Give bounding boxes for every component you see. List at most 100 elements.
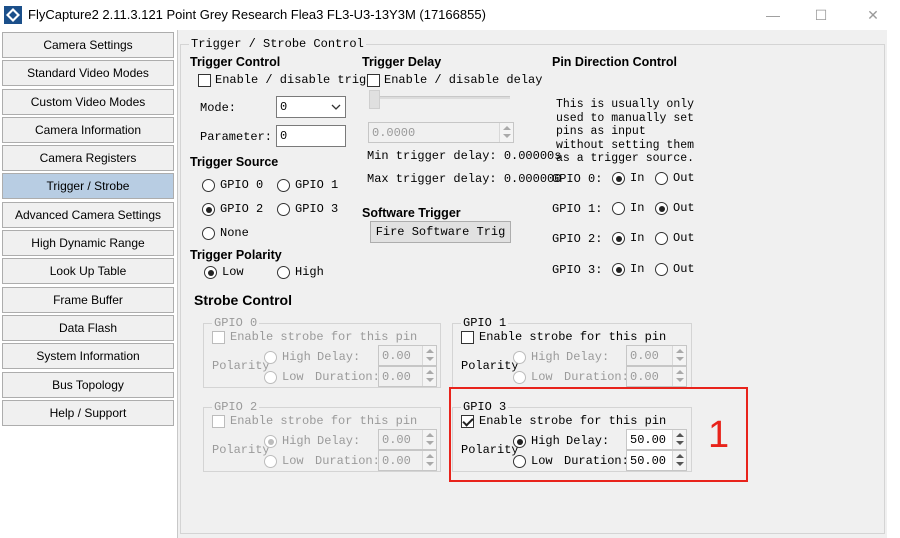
minimize-button[interactable]: — — [750, 0, 796, 30]
strobe-gpio2-polarity-label: Polarity — [212, 443, 270, 457]
polarity-low-radio[interactable] — [204, 266, 217, 279]
pin-gpio1-out-radio[interactable] — [655, 202, 668, 215]
strobe-gpio0-low-radio[interactable] — [264, 371, 277, 384]
pin-direction-heading: Pin Direction Control — [552, 55, 677, 69]
delay-enable-label: Enable / disable delay — [384, 73, 543, 87]
pin-direction-description: This is usually only used to manually se… — [556, 98, 694, 166]
strobe-gpio0-high-label: High — [282, 350, 311, 364]
parameter-label: Parameter: — [200, 130, 273, 144]
nav-camera-settings[interactable]: Camera Settings — [2, 32, 174, 58]
strobe-gpio2-duration-spinner[interactable]: 0.00 — [378, 450, 437, 471]
nav-data-flash[interactable]: Data Flash — [2, 314, 174, 341]
source-gpio0-label: GPIO 0 — [220, 178, 264, 192]
delay-value-spinner[interactable]: 0.0000 — [368, 122, 514, 143]
trigger-source-heading: Trigger Source — [190, 155, 279, 169]
spin-arrows-icon[interactable] — [422, 430, 436, 449]
pin-gpio1-in-label: In — [630, 201, 645, 215]
title-bar: FlyCapture2 2.11.3.121 Point Grey Resear… — [0, 0, 900, 30]
strobe-gpio2-low-radio[interactable] — [264, 455, 277, 468]
spin-arrows-icon[interactable] — [422, 346, 436, 365]
pin-gpio3-in-radio[interactable] — [612, 263, 625, 276]
spin-arrows-icon[interactable] — [672, 346, 686, 365]
nav-high-dynamic-range[interactable]: High Dynamic Range — [2, 230, 174, 257]
delay-slider-thumb[interactable] — [369, 90, 380, 109]
pin-gpio2-in-radio[interactable] — [612, 232, 625, 245]
source-gpio1-radio[interactable] — [277, 179, 290, 192]
pin-gpio2-out-radio[interactable] — [655, 232, 668, 245]
strobe-gpio1-title: GPIO 1 — [461, 316, 509, 330]
pin-gpio3-out-radio[interactable] — [655, 263, 668, 276]
source-gpio0-radio[interactable] — [202, 179, 215, 192]
source-gpio3-radio[interactable] — [277, 203, 290, 216]
pin-gpio1-in-radio[interactable] — [612, 202, 625, 215]
strobe-gpio1-delay-label: Delay: — [566, 350, 610, 364]
pin-gpio1-label: GPIO 1: — [552, 202, 603, 216]
source-gpio2-radio[interactable] — [202, 203, 215, 216]
spin-arrows-icon[interactable] — [422, 367, 436, 386]
strobe-gpio0-duration-value: 0.00 — [382, 370, 411, 384]
parameter-value: 0 — [280, 129, 288, 143]
strobe-gpio1-high-radio[interactable] — [513, 351, 526, 364]
delay-enable-checkbox[interactable] — [367, 74, 380, 87]
strobe-gpio1-enable-checkbox[interactable] — [461, 331, 474, 344]
strobe-gpio2-high-radio[interactable] — [264, 435, 277, 448]
chevron-down-icon — [331, 104, 341, 110]
spin-arrows-icon[interactable] — [422, 451, 436, 470]
nav-system-information[interactable]: System Information — [2, 343, 174, 370]
strobe-gpio1-low-radio[interactable] — [513, 371, 526, 384]
close-button[interactable]: ✕ — [850, 0, 896, 30]
strobe-gpio2-title: GPIO 2 — [212, 400, 260, 414]
nav-frame-buffer[interactable]: Frame Buffer — [2, 286, 174, 313]
pin-gpio0-label: GPIO 0: — [552, 172, 603, 186]
nav-look-up-table[interactable]: Look Up Table — [2, 258, 174, 285]
fire-software-trigger-button[interactable]: Fire Software Trig — [370, 221, 511, 243]
pin-gpio3-out-label: Out — [673, 262, 695, 276]
strobe-gpio0-enable-checkbox[interactable] — [212, 331, 225, 344]
pin-gpio0-in-radio[interactable] — [612, 172, 625, 185]
spin-arrows-icon[interactable] — [672, 367, 686, 386]
strobe-gpio0-duration-label: Duration: — [315, 370, 380, 384]
strobe-gpio0-delay-spinner[interactable]: 0.00 — [378, 345, 437, 366]
pin-gpio0-out-radio[interactable] — [655, 172, 668, 185]
strobe-gpio0-duration-spinner[interactable]: 0.00 — [378, 366, 437, 387]
delay-spin-arrows-icon[interactable] — [499, 123, 513, 142]
delay-slider-track[interactable] — [370, 96, 510, 99]
mode-value: 0 — [280, 100, 288, 114]
maximize-button[interactable]: ☐ — [798, 0, 844, 30]
strobe-gpio2-delay-spinner[interactable]: 0.00 — [378, 429, 437, 450]
source-none-radio[interactable] — [202, 227, 215, 240]
strobe-gpio2-enable-checkbox[interactable] — [212, 415, 225, 428]
strobe-gpio2-delay-label: Delay: — [317, 434, 361, 448]
trigger-control-heading: Trigger Control — [190, 55, 281, 69]
nav-custom-video-modes[interactable]: Custom Video Modes — [2, 88, 174, 115]
strobe-control-heading: Strobe Control — [194, 292, 292, 308]
nav-camera-registers[interactable]: Camera Registers — [2, 145, 174, 172]
flycapture-logo-icon — [4, 6, 22, 24]
window-title: FlyCapture2 2.11.3.121 Point Grey Resear… — [28, 7, 486, 22]
polarity-high-radio[interactable] — [277, 266, 290, 279]
strobe-gpio1-duration-spinner[interactable]: 0.00 — [626, 366, 687, 387]
trigger-strobe-group-title: Trigger / Strobe Control — [189, 37, 366, 51]
nav-advanced-camera-settings[interactable]: Advanced Camera Settings — [2, 201, 174, 228]
mode-select[interactable]: 0 — [276, 96, 346, 118]
pin-gpio0-out-label: Out — [673, 171, 695, 185]
nav-help-support[interactable]: Help / Support — [2, 399, 174, 426]
nav-bus-topology[interactable]: Bus Topology — [2, 371, 174, 398]
pin-gpio2-out-label: Out — [673, 231, 695, 245]
strobe-gpio1-delay-spinner[interactable]: 0.00 — [626, 345, 687, 366]
pin-direction-description-line: pins as input — [556, 125, 646, 139]
strobe-gpio1-delay-value: 0.00 — [630, 349, 659, 363]
strobe-gpio0-high-radio[interactable] — [264, 351, 277, 364]
strobe-gpio2-low-label: Low — [282, 454, 304, 468]
trigger-enable-checkbox[interactable] — [198, 74, 211, 87]
strobe-gpio0-polarity-label: Polarity — [212, 359, 270, 373]
annotation-highlight-box — [449, 387, 748, 482]
nav-camera-information[interactable]: Camera Information — [2, 116, 174, 143]
nav-trigger-strobe[interactable]: Trigger / Strobe — [2, 173, 174, 200]
source-gpio1-label: GPIO 1 — [295, 178, 339, 192]
software-trigger-heading: Software Trigger — [362, 206, 461, 220]
nav-standard-video-modes[interactable]: Standard Video Modes — [2, 60, 174, 87]
pin-direction-description-line: used to manually set — [556, 111, 695, 125]
pin-gpio0-in-label: In — [630, 171, 645, 185]
parameter-input[interactable]: 0 — [276, 125, 346, 147]
